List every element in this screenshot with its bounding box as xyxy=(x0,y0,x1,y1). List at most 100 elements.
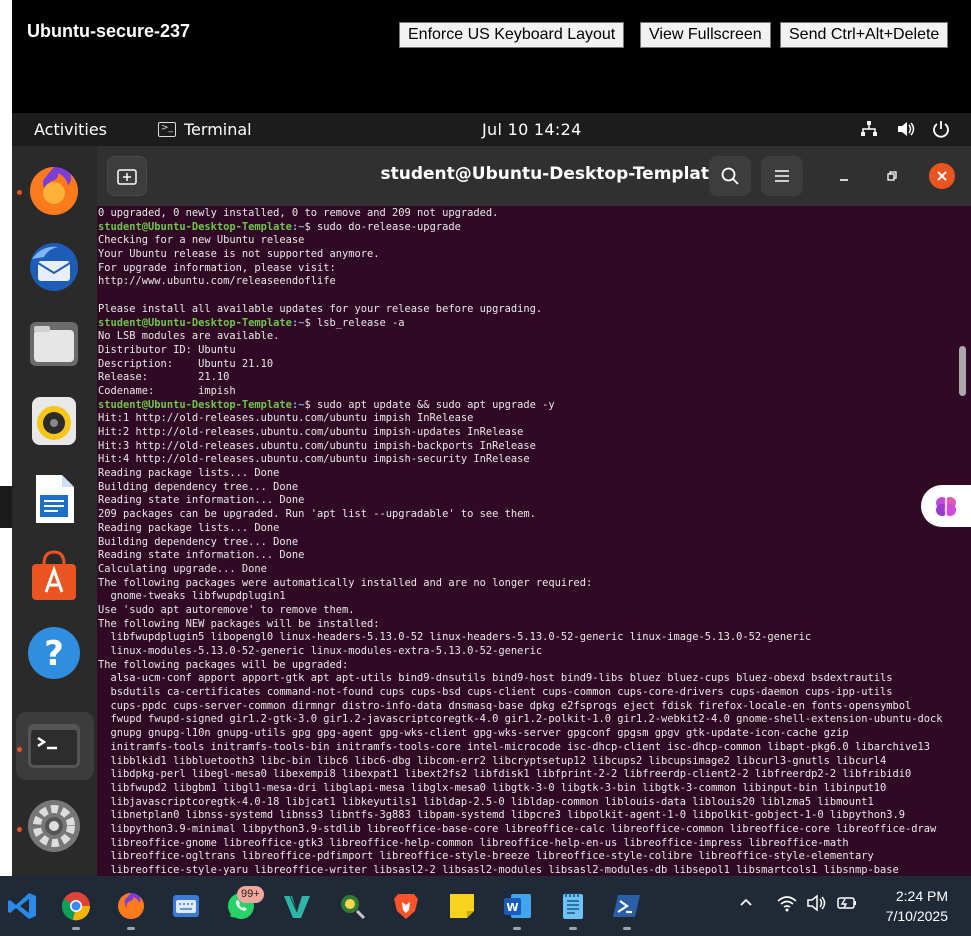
enforce-keyboard-button[interactable]: Enforce US Keyboard Layout xyxy=(399,22,625,48)
taskbar-notepad[interactable] xyxy=(557,890,589,922)
terminal-icon xyxy=(28,724,80,768)
brain-icon xyxy=(936,497,956,516)
terminal-output[interactable]: 0 upgraded, 0 newly installed, 0 to remo… xyxy=(97,207,957,876)
output-text: linux-modules-5.13.0-52-generic linux-mo… xyxy=(98,645,543,657)
output-text: Calculating upgrade... Done xyxy=(98,562,267,575)
taskbar-brave[interactable] xyxy=(390,890,422,922)
terminal-output-line: libpython3.9-minimal libpython3.9-stdlib… xyxy=(98,823,957,837)
terminal-output-line: libnetplan0 libnss-systemd libnss3 libnt… xyxy=(98,809,957,823)
search-button[interactable] xyxy=(709,156,751,196)
close-button[interactable] xyxy=(929,163,955,189)
power-icon xyxy=(931,119,951,139)
dock-thunderbird[interactable] xyxy=(26,239,82,295)
vscode-icon xyxy=(8,893,36,919)
output-text: Description: Ubuntu 21.10 xyxy=(98,357,274,370)
output-text: The following packages were automaticall… xyxy=(98,576,593,589)
dock-settings[interactable] xyxy=(26,798,82,854)
menu-button[interactable] xyxy=(761,156,803,196)
terminal-app-icon: >_ xyxy=(158,122,176,137)
rhythmbox-speaker-icon xyxy=(32,397,76,445)
command-text: $ sudo apt update && sudo apt upgrade -y xyxy=(304,398,555,411)
keyboard-app-icon xyxy=(173,895,199,917)
terminal-output-line: Hit:2 http://old-releases.ubuntu.com/ubu… xyxy=(98,426,957,440)
restore-button[interactable] xyxy=(881,165,903,187)
terminal-output-line: Release: 21.10 xyxy=(98,371,957,385)
minimize-icon xyxy=(840,179,848,181)
running-indicator xyxy=(17,747,22,752)
taskbar-powershell[interactable] xyxy=(611,890,643,922)
taskbar-app-vs[interactable] xyxy=(281,890,313,922)
output-text: Release: 21.10 xyxy=(98,371,230,384)
chrome-open-indicator xyxy=(72,927,80,930)
minimize-button[interactable] xyxy=(833,165,855,187)
terminal-output-line: Please install all available updates for… xyxy=(98,303,957,317)
dock-help[interactable]: ? xyxy=(26,625,82,681)
terminal-command-line: student@Ubuntu-Desktop-Template:~$ lsb_r… xyxy=(98,317,957,331)
send-ctrl-alt-delete-button[interactable]: Send Ctrl+Alt+Delete xyxy=(780,22,949,48)
svg-text:W: W xyxy=(506,901,518,914)
running-indicator xyxy=(17,827,22,832)
terminal-output-line: Reading state information... Done xyxy=(98,549,957,563)
vs-app-icon xyxy=(284,895,310,918)
floating-assistant-widget[interactable] xyxy=(921,485,971,527)
terminal-scrollbar[interactable] xyxy=(959,346,966,396)
terminal-output-line: Description: Ubuntu 21.10 xyxy=(98,358,957,372)
terminal-output-line: initramfs-tools initramfs-tools-bin init… xyxy=(98,741,957,755)
terminal-output-line: Reading state information... Done xyxy=(98,494,957,508)
output-text: Checking for a new Ubuntu release xyxy=(98,234,305,247)
chrome-icon xyxy=(61,892,91,921)
terminal-output-line: libblkid1 libbluetooth3 libc-bin libc6 l… xyxy=(98,755,957,769)
output-text: For upgrade information, please visit: xyxy=(98,261,336,274)
brave-lion-icon xyxy=(394,894,418,919)
viewer-left-edge xyxy=(0,0,12,876)
taskbar-vscode[interactable] xyxy=(6,890,38,922)
speaker-icon[interactable] xyxy=(806,894,826,916)
dock-firefox[interactable] xyxy=(26,163,82,219)
terminal-command-line: student@Ubuntu-Desktop-Template:~$ sudo … xyxy=(98,399,957,413)
windows-taskbar: 99+ W 2:24 PM 7/10/2025 xyxy=(0,876,971,936)
taskbar-sticky-notes[interactable] xyxy=(446,890,478,922)
top-bar-clock[interactable]: Jul 10 14:24 xyxy=(482,120,582,139)
dock-software-center[interactable] xyxy=(26,548,82,604)
taskbar-firefox[interactable] xyxy=(115,890,147,922)
notepad-icon xyxy=(563,893,583,919)
dock-files[interactable] xyxy=(26,316,82,372)
output-text: fwupd fwupd-signed gir1.2-gtk-3.0 gir1.2… xyxy=(98,713,943,726)
firefox-open-indicator xyxy=(127,927,135,930)
dock-rhythmbox[interactable] xyxy=(26,393,82,449)
prompt-path: :~ xyxy=(291,316,305,329)
output-text: bsdutils ca-certificates command-not-fou… xyxy=(98,686,893,699)
wifi-icon[interactable] xyxy=(776,894,798,916)
taskbar-app-inspector[interactable] xyxy=(336,890,368,922)
terminal-output-line: For upgrade information, please visit: xyxy=(98,262,957,276)
terminal-output-line: 0 upgraded, 0 newly installed, 0 to remo… xyxy=(98,207,957,221)
dock-libreoffice-writer[interactable] xyxy=(26,471,82,527)
view-fullscreen-button[interactable]: View Fullscreen xyxy=(640,22,771,48)
taskbar-word[interactable]: W xyxy=(501,890,533,922)
output-text: Hit:3 http://old-releases.ubuntu.com/ubu… xyxy=(98,439,536,452)
files-folder-icon xyxy=(30,322,78,366)
system-menu[interactable] xyxy=(859,119,951,139)
output-text: Reading state information... Done xyxy=(98,494,305,507)
terminal-output-line: Hit:1 http://old-releases.ubuntu.com/ubu… xyxy=(98,412,957,426)
terminal-output-line: The following packages were automaticall… xyxy=(98,577,957,591)
help-question-icon: ? xyxy=(28,627,80,679)
battery-charging-icon[interactable] xyxy=(834,894,858,916)
output-text: 209 packages can be upgraded. Run 'apt l… xyxy=(98,508,536,521)
powershell-open-indicator xyxy=(623,927,631,930)
taskbar-app-keyboard[interactable] xyxy=(170,890,202,922)
notification-badge: 99+ xyxy=(237,886,264,903)
app-menu[interactable]: >_ Terminal xyxy=(158,120,252,139)
taskbar-clock[interactable]: 2:24 PM 7/10/2025 xyxy=(886,886,948,926)
terminal-output-line: libfwupd2 libgbm1 libgl1-mesa-dri libgla… xyxy=(98,782,957,796)
taskbar-chrome[interactable] xyxy=(60,890,92,922)
tray-overflow-chevron-icon[interactable] xyxy=(738,894,754,914)
dock-terminal[interactable] xyxy=(26,718,82,774)
app-menu-label: Terminal xyxy=(184,120,252,139)
terminal-output-line: Building dependency tree... Done xyxy=(98,481,957,495)
activities-button[interactable]: Activities xyxy=(34,120,107,139)
output-text: Building dependency tree... Done xyxy=(98,535,299,548)
terminal-output-line: linux-modules-5.13.0-52-generic linux-mo… xyxy=(98,645,957,659)
magnifier-app-icon xyxy=(341,895,366,920)
terminal-output-line: libfwupdplugin5 libopengl0 linux-headers… xyxy=(98,631,957,645)
